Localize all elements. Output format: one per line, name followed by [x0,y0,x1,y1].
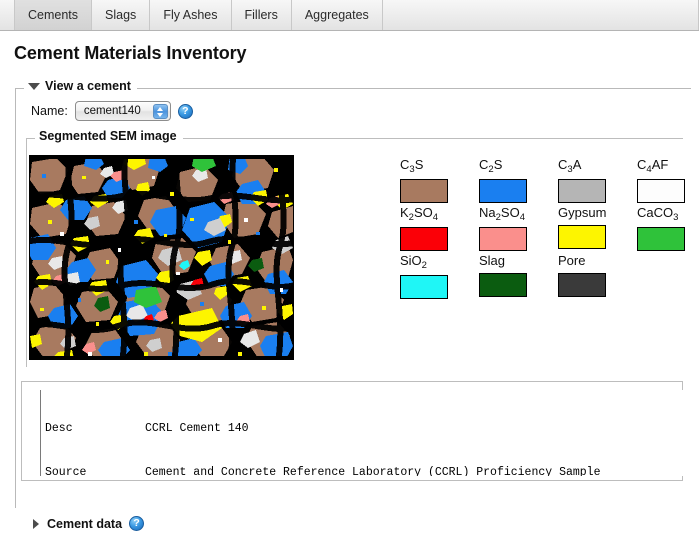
tab-bar-trailing-fill [383,0,699,30]
description-value: Cement and Concrete Reference Laboratory… [145,465,601,476]
legend-label-slag: Slag [479,253,506,268]
legend-swatch-gypsum [558,225,606,249]
cement-name-value: cement140 [83,105,141,117]
legend-label-sio2: SiO2 [400,253,427,271]
triangle-down-icon[interactable] [28,82,40,90]
legend-sub-c3a: 3 [567,163,573,175]
view-a-cement-group-header[interactable]: View a cement [24,79,137,93]
legend-swatch-c2s [479,179,527,203]
tab-aggregates[interactable]: Aggregates [292,0,383,30]
legend-item-gypsum: Gypsum [558,206,637,254]
tab-bar: Cements Slags Fly Ashes Fillers Aggregat… [0,0,699,31]
legend-swatch-slag [479,273,527,297]
tab-fly-ashes[interactable]: Fly Ashes [150,0,232,30]
sem-group-top-rule [178,138,683,139]
tab-slags-label: Slags [105,8,137,22]
legend-label-c2s: C2S [479,157,503,175]
legend-label-pore: Pore [558,253,586,268]
segmented-sem-group-label: Segmented SEM image [39,129,177,143]
legend-item-na2so4: Na2SO4 [479,206,558,254]
legend-swatch-k2so4 [400,227,448,251]
tab-fillers-label: Fillers [244,8,278,22]
description-value: CCRL Cement 140 [145,422,249,436]
cement-data-section-header[interactable]: Cement data ? [33,516,145,531]
legend-sub-c3s: 3 [409,163,415,175]
cement-data-label: Cement data [47,516,123,531]
legend-swatch-pore [558,273,606,297]
tab-cements[interactable]: Cements [15,0,93,30]
description-key: Source [45,465,87,476]
legend-item-caco3: CaCO3 [637,206,699,254]
legend-label-c4af: C4AF [637,157,669,175]
legend-label-caco3: CaCO3 [637,205,679,223]
stepper-arrows-icon[interactable] [152,104,168,119]
legend-swatch-na2so4 [479,227,527,251]
legend-item-pore: Pore [558,254,637,302]
legend-label-gypsum: Gypsum [558,205,607,220]
help-question-icon-name[interactable]: ? [177,103,193,119]
triangle-up-icon [157,106,164,111]
legend-sub1-k2so4: 2 [408,211,414,223]
description-text-box: Desc CCRL Cement 140 Source Cement and C… [40,390,683,476]
legend-item-slag: Slag [479,254,558,302]
cement-name-select[interactable]: cement140 [74,101,171,121]
legend-item-c4af: C4AF [637,158,699,206]
legend-sub1-na2so4: 2 [495,211,501,223]
description-table: Desc CCRL Cement 140 Source Cement and C… [41,390,683,476]
page-title: Cement Materials Inventory [14,43,247,63]
group-top-rule [151,88,691,89]
tab-fly-ashes-label: Fly Ashes [163,8,218,22]
description-row: Source Cement and Concrete Reference Lab… [45,466,683,476]
legend-item-c3a: C3A [558,158,637,206]
legend-swatch-c3s [400,179,448,203]
legend-cell-empty [637,254,699,302]
tab-bar-leading-spacer [0,0,15,30]
cement-name-label: Name: [31,104,68,118]
legend-sub-caco3: 3 [673,211,679,223]
legend-label-c3s: C3S [400,157,424,175]
tab-cements-label: Cements [28,8,79,22]
legend-label-c3a: C3A [558,157,582,175]
triangle-right-icon[interactable] [33,518,39,529]
legend-item-c2s: C2S [479,158,558,206]
help-question-icon-cement-data[interactable]: ? [129,516,145,531]
view-a-cement-group-label: View a cement [45,79,131,93]
legend-sub-c2s: 2 [488,163,494,175]
tab-fillers[interactable]: Fillers [232,0,292,30]
segmented-sem-micrograph [29,155,294,360]
legend-sub2-k2so4: 4 [432,211,439,223]
legend-swatch-sio2 [400,275,448,299]
phase-color-legend: C3S C2S C3A C4AF K2SO4 Na2SO4 Gypsum CaC… [400,158,690,302]
legend-sub2-na2so4: 4 [519,211,526,223]
segmented-sem-group-label-wrap: Segmented SEM image [35,129,183,143]
tab-aggregates-label: Aggregates [304,8,369,22]
legend-sub-sio2: 2 [421,259,427,271]
legend-swatch-c4af [637,179,685,203]
legend-label-na2so4: Na2SO4 [479,205,526,223]
legend-sub-c4af: 4 [646,163,652,175]
cement-name-row: Name: cement140 ? [31,101,193,121]
description-row: Desc CCRL Cement 140 [45,422,683,437]
legend-swatch-c3a [558,179,606,203]
legend-label-k2so4: K2SO4 [400,205,439,223]
description-key: Desc [45,422,73,436]
legend-item-k2so4: K2SO4 [400,206,479,254]
legend-item-c3s: C3S [400,158,479,206]
legend-item-sio2: SiO2 [400,254,479,302]
triangle-down-small-icon [157,112,164,117]
legend-swatch-caco3 [637,227,685,251]
tab-slags[interactable]: Slags [92,0,151,30]
